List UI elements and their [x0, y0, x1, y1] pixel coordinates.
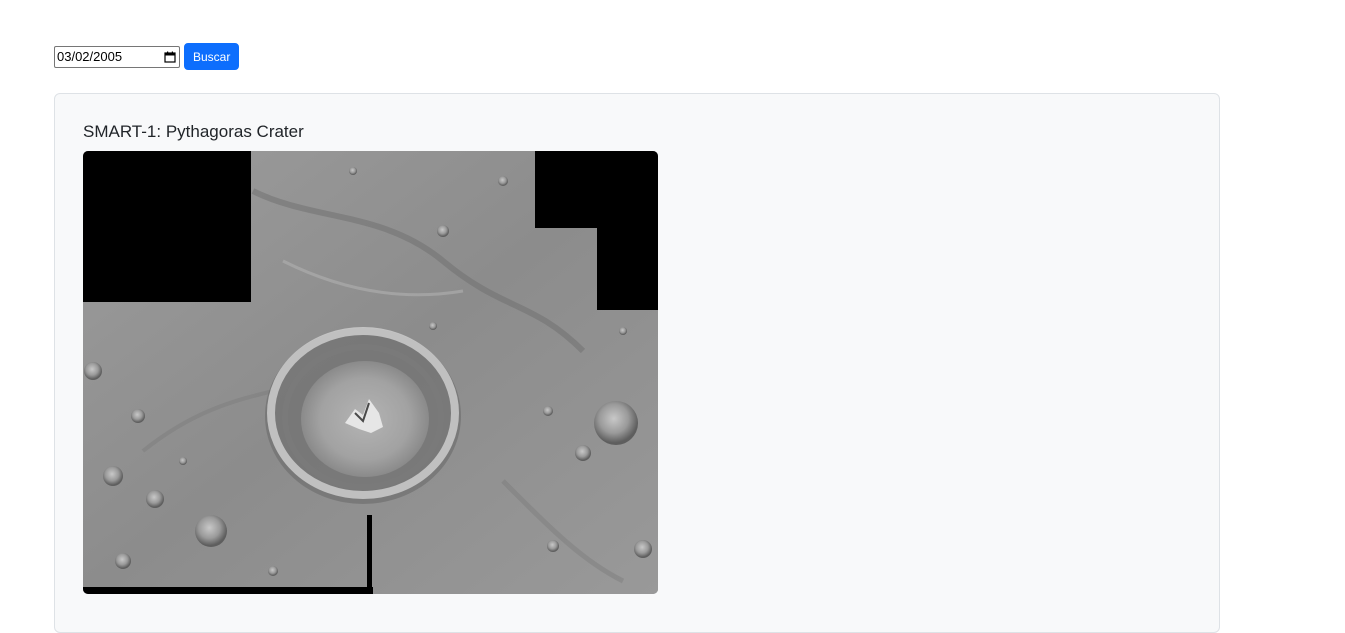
calendar-icon[interactable]: [164, 51, 176, 63]
search-button[interactable]: Buscar: [184, 43, 240, 70]
apod-image: [83, 151, 658, 594]
apod-title: SMART-1: Pythagoras Crater: [83, 122, 304, 141]
date-search-form: 03/02/2005 Buscar: [54, 43, 240, 70]
date-input-value: 03/02/2005: [57, 49, 123, 64]
date-input[interactable]: 03/02/2005: [54, 45, 180, 68]
apod-card: SMART-1: Pythagoras Crater: [54, 93, 1220, 633]
